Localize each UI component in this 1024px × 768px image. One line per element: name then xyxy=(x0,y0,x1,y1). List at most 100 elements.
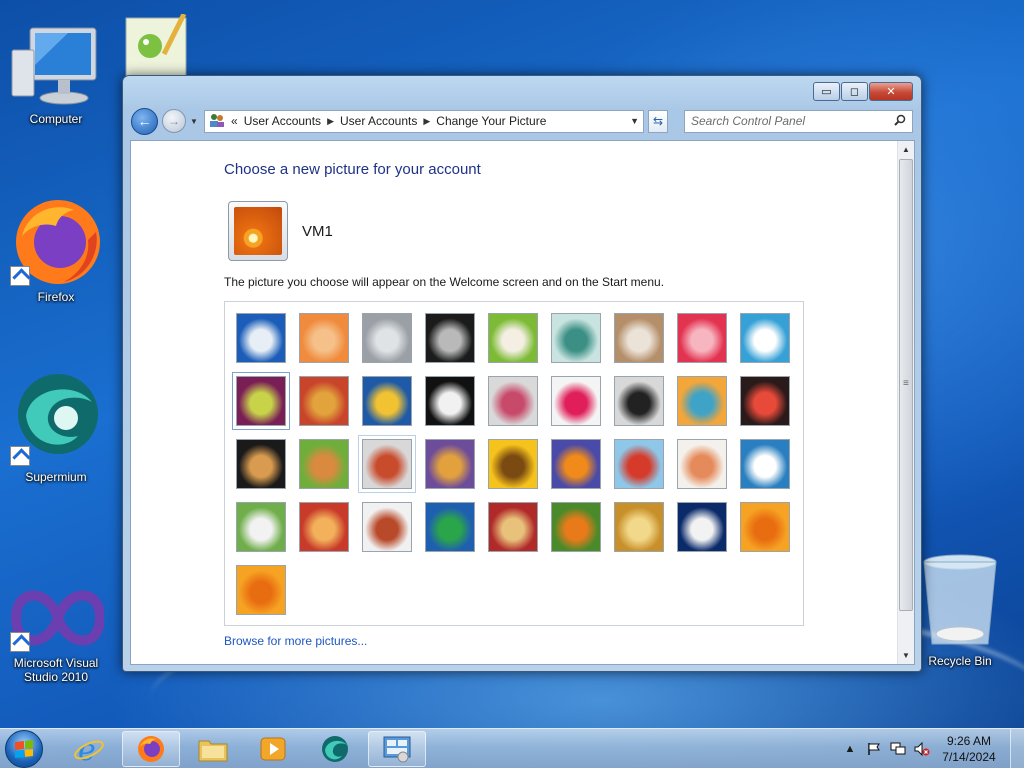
start-button[interactable] xyxy=(5,730,43,768)
picture-tile-rug[interactable] xyxy=(488,502,538,552)
taskbar-supermium[interactable] xyxy=(306,731,364,767)
picture-tile-sunflower[interactable] xyxy=(488,439,538,489)
picture-grid xyxy=(224,301,804,626)
taskbar-control-panel[interactable] xyxy=(368,731,426,767)
scroll-down-arrow-icon[interactable]: ▼ xyxy=(898,647,914,664)
picture-tile-daisy[interactable] xyxy=(740,502,790,552)
picture-tile-starfish[interactable] xyxy=(299,313,349,363)
breadcrumb-item[interactable]: User Accounts xyxy=(340,114,417,128)
picture-tile-pinwheel[interactable] xyxy=(740,313,790,363)
picture-tile-leaf[interactable] xyxy=(362,376,412,426)
vertical-scrollbar[interactable]: ▲ ▼ xyxy=(897,141,914,664)
windows-logo-icon xyxy=(15,740,33,758)
back-button[interactable]: ← xyxy=(131,107,158,135)
notepad-plus-plus-icon[interactable] xyxy=(124,12,194,77)
recent-pages-dropdown[interactable]: ▼ xyxy=(190,117,200,126)
show-hidden-icons-icon[interactable]: ▲ xyxy=(841,741,859,757)
taskbar-windows-explorer[interactable] xyxy=(184,731,242,767)
taskbar: e ▲ 9:26 AM 7/14/2024 xyxy=(0,728,1024,768)
picture-tile-soccer-ball[interactable] xyxy=(236,502,286,552)
user-accounts-icon xyxy=(209,113,225,130)
close-button[interactable]: ✕ xyxy=(869,82,913,101)
scroll-up-arrow-icon[interactable]: ▲ xyxy=(898,141,914,158)
minimize-button[interactable]: ▭ xyxy=(813,82,840,101)
picture-tile-window[interactable] xyxy=(425,502,475,552)
media-player-icon xyxy=(260,737,286,761)
firefox-icon xyxy=(8,192,104,288)
network-icon[interactable] xyxy=(889,741,907,757)
refresh-button[interactable]: ⇆ xyxy=(648,109,668,133)
picture-tile-shell[interactable] xyxy=(614,502,664,552)
content-pane: Choose a new picture for your account VM… xyxy=(130,140,915,665)
picture-tile-flower[interactable] xyxy=(677,313,727,363)
clock-date: 7/14/2024 xyxy=(942,750,996,764)
picture-tile-robot-bunny[interactable] xyxy=(362,313,412,363)
show-desktop-button[interactable] xyxy=(1010,729,1024,768)
forward-button[interactable]: → xyxy=(162,109,186,133)
address-dropdown-icon[interactable]: ▼ xyxy=(630,116,639,126)
picture-tile-roller-coaster[interactable] xyxy=(236,313,286,363)
shortcut-arrow-icon xyxy=(10,632,30,652)
picture-tile-balloon[interactable] xyxy=(614,439,664,489)
taskbar-firefox[interactable] xyxy=(122,731,180,767)
picture-tile-record-player[interactable] xyxy=(425,313,475,363)
action-center-flag-icon[interactable] xyxy=(865,741,883,757)
address-bar[interactable]: « User Accounts ▶ User Accounts ▶ Change… xyxy=(204,109,644,133)
desktop-icon-label: Firefox xyxy=(37,290,75,304)
address-overflow[interactable]: « xyxy=(231,114,238,128)
scrollbar-thumb[interactable] xyxy=(899,159,913,611)
supermium-icon xyxy=(8,372,104,468)
picture-tile-gyroscope[interactable] xyxy=(551,313,601,363)
clock[interactable]: 9:26 AM 7/14/2024 xyxy=(934,733,1004,765)
picture-tile-guitar[interactable] xyxy=(236,439,286,489)
desktop-icon-recycle-bin[interactable]: Recycle Bin xyxy=(910,552,1010,668)
picture-tile-scarves[interactable] xyxy=(425,439,475,489)
desktop-icon-firefox[interactable]: Firefox xyxy=(6,192,106,304)
picture-tile-lighthouse[interactable] xyxy=(677,502,727,552)
maximize-button[interactable]: ◻ xyxy=(841,82,868,101)
picture-tile-ball[interactable] xyxy=(232,372,290,430)
desktop-icon-supermium[interactable]: Supermium xyxy=(6,372,106,484)
picture-tile-textile[interactable] xyxy=(299,502,349,552)
picture-tile-crayons[interactable] xyxy=(488,376,538,426)
breadcrumb-item[interactable]: Change Your Picture xyxy=(436,114,546,128)
volume-muted-icon[interactable] xyxy=(913,741,931,757)
control-panel-window: ▭ ◻ ✕ ← → ▼ « User Accounts ▶ User Accou… xyxy=(122,75,922,672)
search-icon[interactable] xyxy=(894,114,906,129)
navigation-bar: ← → ▼ « User Accounts ▶ User Accounts ▶ … xyxy=(131,107,913,135)
picture-tile-jacks[interactable] xyxy=(614,376,664,426)
breadcrumb-separator-icon[interactable]: ▶ xyxy=(423,116,430,127)
search-box[interactable] xyxy=(684,109,913,133)
picture-tile-cat[interactable] xyxy=(614,313,664,363)
picture-tile-doll[interactable] xyxy=(677,439,727,489)
forward-arrow-icon: → xyxy=(168,114,180,128)
picture-tile-fish[interactable] xyxy=(551,439,601,489)
picture-tile-origami[interactable] xyxy=(740,376,790,426)
picture-tile-gerbera[interactable] xyxy=(236,565,286,615)
picture-tile-star[interactable] xyxy=(551,376,601,426)
picture-tile-stairs[interactable] xyxy=(677,376,727,426)
picture-tile-lucky-cat[interactable] xyxy=(488,313,538,363)
visual-studio-icon xyxy=(8,578,106,654)
picture-tile-marbles[interactable] xyxy=(362,502,412,552)
picture-tile-butterfly[interactable] xyxy=(551,502,601,552)
taskbar-media-player[interactable] xyxy=(244,731,302,767)
breadcrumb-separator-icon[interactable]: ▶ xyxy=(327,116,334,127)
system-tray: ▲ 9:26 AM 7/14/2024 xyxy=(838,729,1024,768)
picture-tile-puppy[interactable] xyxy=(299,439,349,489)
window-controls: ▭ ◻ ✕ xyxy=(813,82,913,101)
desktop-icon-computer[interactable]: Computer xyxy=(6,20,106,126)
picture-tile-sailboat[interactable] xyxy=(740,439,790,489)
supermium-icon xyxy=(322,736,348,762)
picture-tile-fabric[interactable] xyxy=(299,376,349,426)
desktop-icon-label: Microsoft Visual Studio 2010 xyxy=(13,656,99,684)
recycle-bin-icon xyxy=(912,552,1008,652)
breadcrumb-item[interactable]: User Accounts xyxy=(244,114,321,128)
browse-pictures-link[interactable]: Browse for more pictures... xyxy=(224,634,367,648)
search-input[interactable] xyxy=(691,114,894,128)
internet-explorer-icon: e xyxy=(74,734,104,764)
picture-tile-robot[interactable] xyxy=(358,435,416,493)
taskbar-internet-explorer[interactable]: e xyxy=(60,731,118,767)
picture-tile-dog[interactable] xyxy=(425,376,475,426)
desktop-icon-visual-studio[interactable]: Microsoft Visual Studio 2010 xyxy=(6,578,106,684)
